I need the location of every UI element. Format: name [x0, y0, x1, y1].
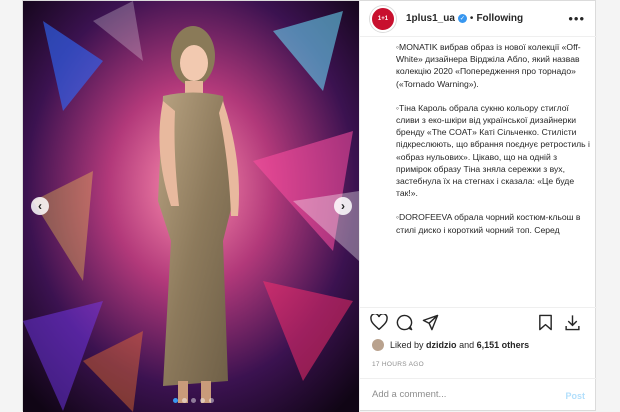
post-sidebar: 1+1 1plus1_ua ✓ • Following ••• ◦MONATIK…	[359, 1, 597, 412]
more-options-icon[interactable]: •••	[568, 11, 585, 26]
chevron-right-icon: ›	[341, 199, 345, 213]
avatar[interactable]: 1+1	[370, 5, 396, 32]
post-caption: ◦MONATIK вибрав образ із нової колекції …	[396, 41, 592, 303]
post-timestamp[interactable]: 17 HOURS AGO	[372, 361, 424, 368]
action-bar	[360, 307, 597, 335]
comment-icon[interactable]	[396, 314, 413, 331]
comment-form: Post	[360, 378, 597, 412]
chevron-left-icon: ‹	[38, 199, 42, 213]
likes-and: and	[459, 340, 475, 350]
download-icon[interactable]	[564, 314, 581, 331]
post-comment-button[interactable]: Post	[565, 391, 585, 401]
carousel-dot	[209, 398, 214, 403]
verified-icon: ✓	[457, 14, 467, 23]
bookmark-icon[interactable]	[538, 314, 553, 331]
carousel-dot	[200, 398, 205, 403]
username-link[interactable]: 1plus1_ua	[406, 13, 455, 24]
likes-summary: Liked by dzidzio and 6,151 others	[372, 339, 529, 351]
post-dialog: ‹ › 1+1 1plus1_ua ✓ • Following ••• ◦MON…	[22, 0, 597, 412]
likes-count-link[interactable]: 6,151 others	[477, 340, 530, 350]
carousel-dot	[173, 398, 178, 403]
caption-paragraph: ◦Тіна Кароль обрала сукню кольору стигло…	[396, 102, 590, 199]
liker-avatar	[372, 339, 384, 351]
liker-username-link[interactable]: dzidzio	[426, 340, 457, 350]
likes-prefix: Liked by	[390, 340, 424, 350]
post-photo[interactable]: ‹ ›	[23, 1, 359, 412]
carousel-indicator	[173, 398, 214, 403]
photo-illustration	[23, 1, 359, 412]
carousel-prev-button[interactable]: ‹	[31, 197, 49, 215]
carousel-dot	[182, 398, 187, 403]
carousel-dot	[191, 398, 196, 403]
avatar-logo-text: 1+1	[377, 15, 389, 22]
caption-paragraph: ◦MONATIK вибрав образ із нової колекції …	[396, 42, 581, 89]
caption-paragraph: ◦DOROFEEVA обрала чорний костюм-кльош в …	[396, 212, 581, 235]
heart-icon[interactable]	[370, 314, 388, 330]
separator-dot: •	[469, 13, 474, 24]
share-icon[interactable]	[422, 314, 439, 331]
post-header: 1+1 1plus1_ua ✓ • Following •••	[360, 1, 597, 37]
comment-input[interactable]	[372, 389, 542, 400]
following-button[interactable]: Following	[476, 13, 523, 24]
carousel-next-button[interactable]: ›	[334, 197, 352, 215]
